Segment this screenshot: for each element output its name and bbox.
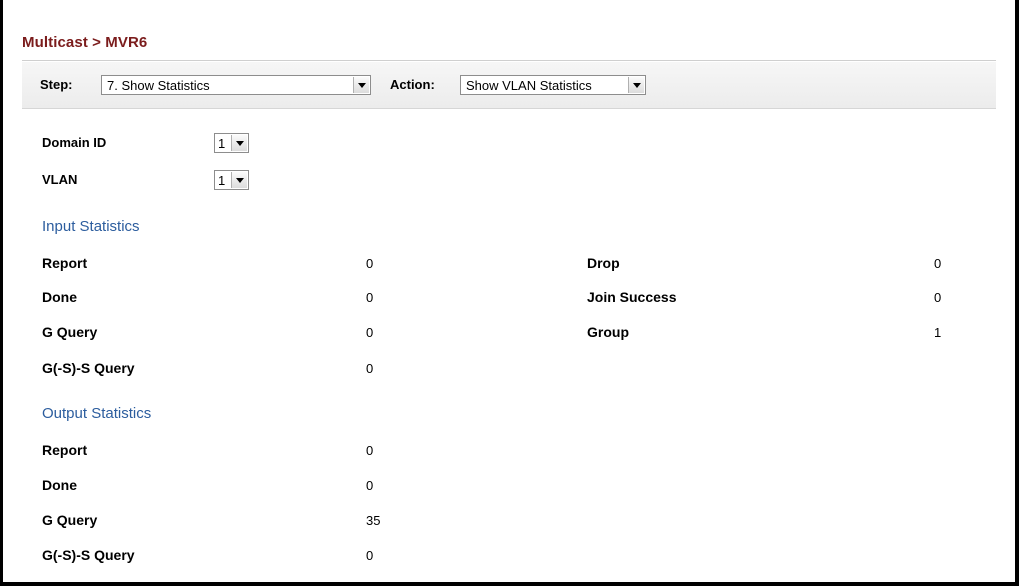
- output-statistics-heading: Output Statistics: [42, 405, 152, 422]
- chevron-down-icon[interactable]: [231, 135, 247, 151]
- action-select-value: Show VLAN Statistics: [466, 78, 592, 93]
- input-report-value: 0: [366, 256, 374, 271]
- chevron-down-icon[interactable]: [231, 172, 247, 188]
- step-action-toolbar: Step: 7. Show Statistics Action: Show VL…: [22, 62, 996, 109]
- input-done-label: Done: [42, 289, 77, 305]
- domain-id-value: 1: [218, 136, 226, 151]
- breadcrumb: Multicast > MVR6: [22, 34, 148, 51]
- output-gss-query-value: 0: [366, 548, 374, 563]
- step-label: Step:: [40, 77, 73, 92]
- input-group-value: 1: [934, 325, 942, 340]
- output-report-label: Report: [42, 442, 88, 458]
- input-g-query-label: G Query: [42, 324, 98, 340]
- frame-border-left: [0, 0, 3, 586]
- input-done-value: 0: [366, 290, 374, 305]
- chevron-down-icon[interactable]: [628, 77, 644, 93]
- input-join-success-label: Join Success: [587, 289, 677, 305]
- frame-border-right: [1015, 0, 1019, 586]
- vlan-label: VLAN: [42, 172, 78, 187]
- domain-id-select[interactable]: 1: [214, 133, 249, 153]
- vlan-value: 1: [218, 173, 226, 188]
- input-join-success-value: 0: [934, 290, 942, 305]
- vlan-select[interactable]: 1: [214, 170, 249, 190]
- input-group-label: Group: [587, 324, 629, 340]
- step-select-value: 7. Show Statistics: [107, 78, 210, 93]
- output-gss-query-label: G(-S)-S Query: [42, 547, 135, 563]
- step-select[interactable]: 7. Show Statistics: [101, 75, 371, 95]
- output-done-label: Done: [42, 477, 77, 493]
- action-label: Action:: [390, 77, 435, 92]
- input-g-query-value: 0: [366, 325, 374, 340]
- input-drop-label: Drop: [587, 255, 620, 271]
- input-report-label: Report: [42, 255, 88, 271]
- action-select[interactable]: Show VLAN Statistics: [460, 75, 646, 95]
- frame-border-bottom: [0, 582, 1019, 586]
- output-g-query-label: G Query: [42, 512, 98, 528]
- input-gss-query-value: 0: [366, 361, 374, 376]
- input-statistics-heading: Input Statistics: [42, 218, 140, 235]
- output-g-query-value: 35: [366, 513, 381, 528]
- output-done-value: 0: [366, 478, 374, 493]
- output-report-value: 0: [366, 443, 374, 458]
- chevron-down-icon[interactable]: [353, 77, 369, 93]
- input-gss-query-label: G(-S)-S Query: [42, 360, 135, 376]
- domain-id-label: Domain ID: [42, 135, 107, 150]
- input-drop-value: 0: [934, 256, 942, 271]
- header-divider: [22, 60, 996, 61]
